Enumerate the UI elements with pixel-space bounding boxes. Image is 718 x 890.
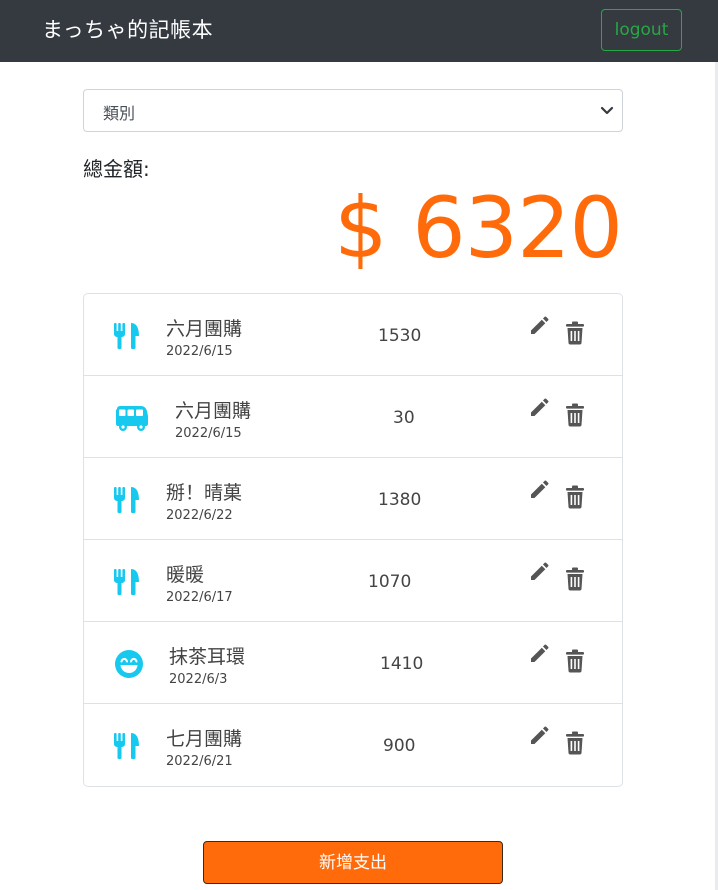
trash-icon[interactable] bbox=[565, 731, 585, 755]
pencil-icon[interactable] bbox=[528, 477, 552, 501]
category-select[interactable]: 類別 bbox=[83, 89, 623, 132]
record-name: 抹茶耳環 bbox=[169, 646, 246, 668]
chevron-down-icon bbox=[600, 106, 614, 115]
record-date: 2022/6/21 bbox=[166, 754, 233, 769]
record-date: 2022/6/17 bbox=[166, 590, 233, 605]
bus-icon bbox=[116, 406, 148, 431]
logout-button[interactable]: logout bbox=[601, 9, 682, 51]
record-amount: 1380 bbox=[378, 490, 422, 510]
record-row: 六月團購 2022/6/15 30 bbox=[84, 376, 622, 458]
record-amount: 1410 bbox=[380, 654, 424, 674]
trash-icon[interactable] bbox=[565, 567, 585, 591]
trash-icon[interactable] bbox=[565, 403, 585, 427]
record-row: 七月團購 2022/6/21 900 bbox=[84, 704, 622, 786]
category-select-value: 類別 bbox=[103, 104, 136, 123]
record-name: 六月團購 bbox=[175, 400, 252, 422]
record-date: 2022/6/15 bbox=[175, 426, 242, 441]
record-row: 抹茶耳環 2022/6/3 1410 bbox=[84, 622, 622, 704]
record-row: 六月團購 2022/6/15 1530 bbox=[84, 294, 622, 376]
total-label: 總金額: bbox=[83, 157, 150, 181]
record-amount: 900 bbox=[383, 736, 416, 756]
record-name: 暖暖 bbox=[166, 564, 205, 586]
record-name: 六月團購 bbox=[166, 318, 243, 340]
trash-icon[interactable] bbox=[565, 485, 585, 509]
app-brand[interactable]: まっちゃ的記帳本 bbox=[42, 15, 213, 45]
pencil-icon[interactable] bbox=[528, 313, 552, 337]
record-date: 2022/6/22 bbox=[166, 508, 233, 523]
pencil-icon[interactable] bbox=[528, 641, 552, 665]
trash-icon[interactable] bbox=[565, 649, 585, 673]
record-amount: 1070 bbox=[368, 572, 412, 592]
record-amount: 1530 bbox=[378, 326, 422, 346]
total-amount: $ 6320 bbox=[334, 179, 623, 277]
pencil-icon[interactable] bbox=[528, 395, 552, 419]
record-row: 掰！晴菓 2022/6/22 1380 bbox=[84, 458, 622, 540]
record-amount: 30 bbox=[393, 408, 415, 428]
add-expense-button[interactable]: 新增支出 bbox=[203, 841, 503, 884]
record-date: 2022/6/3 bbox=[169, 672, 228, 687]
utensils-icon bbox=[114, 569, 139, 596]
utensils-icon bbox=[114, 487, 139, 514]
navbar: まっちゃ的記帳本 logout bbox=[0, 0, 718, 62]
record-list: 六月團購 2022/6/15 1530 六月團購 2022/6/15 30 掰！… bbox=[83, 293, 623, 787]
utensils-icon bbox=[114, 733, 139, 760]
record-name: 七月團購 bbox=[166, 728, 243, 750]
record-date: 2022/6/15 bbox=[166, 344, 233, 359]
utensils-icon bbox=[114, 323, 139, 350]
smile-icon bbox=[115, 650, 143, 678]
pencil-icon[interactable] bbox=[528, 723, 552, 747]
record-name: 掰！晴菓 bbox=[166, 482, 243, 504]
record-row: 暖暖 2022/6/17 1070 bbox=[84, 540, 622, 622]
trash-icon[interactable] bbox=[565, 321, 585, 345]
pencil-icon[interactable] bbox=[528, 559, 552, 583]
